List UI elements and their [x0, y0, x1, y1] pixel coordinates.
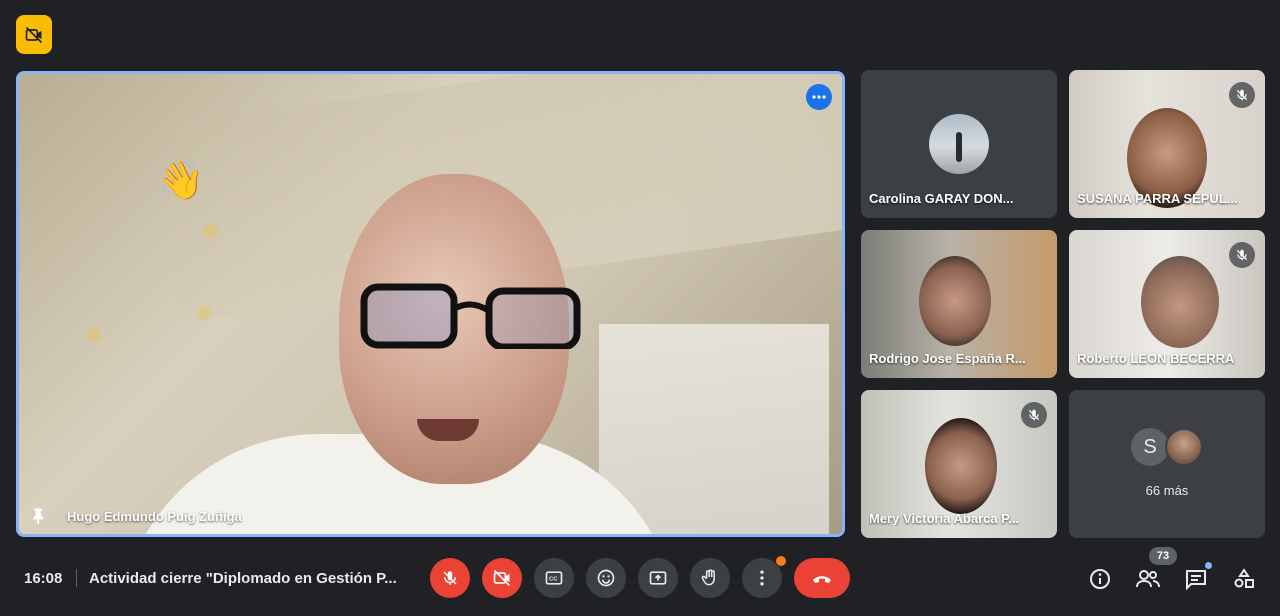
- mic-off-icon: [1236, 249, 1248, 261]
- background-window: [599, 324, 829, 534]
- more-participants-tile[interactable]: S 66 más: [1069, 390, 1265, 538]
- participant-tile-rodrigo[interactable]: Rodrigo Jose España R...: [861, 230, 1057, 378]
- notification-dot: [776, 556, 786, 566]
- camera-off-badge[interactable]: [16, 15, 52, 54]
- participant-tile-roberto[interactable]: Roberto LEON BECERRA: [1069, 230, 1265, 378]
- participant-name: Rodrigo Jose España R...: [869, 351, 1026, 366]
- participant-face: [1141, 256, 1219, 348]
- show-everyone-button[interactable]: [1135, 566, 1161, 592]
- send-reaction-button[interactable]: [586, 558, 626, 598]
- mic-off-indicator: [1229, 82, 1255, 108]
- participant-name: Carolina GARAY DON...: [869, 191, 1014, 206]
- participant-face: [919, 256, 991, 346]
- mic-off-icon: [443, 571, 457, 585]
- info-icon: [1090, 569, 1110, 589]
- meeting-clock: 16:08: [24, 570, 63, 587]
- wave-reaction-emoji: 👋: [157, 160, 205, 202]
- participants-count-badge: 73: [1149, 547, 1177, 565]
- speaker-name: Hugo Edmundo Puig Zuñiga: [67, 509, 242, 524]
- divider: [76, 569, 77, 587]
- leave-call-button[interactable]: [794, 558, 850, 598]
- activities-icon: [1234, 568, 1254, 588]
- toggle-mic-button[interactable]: [430, 558, 470, 598]
- avatar: [1165, 428, 1203, 466]
- avatar: [929, 114, 989, 174]
- pin-icon[interactable]: [29, 506, 49, 526]
- mic-off-icon: [1236, 89, 1248, 101]
- activities-button[interactable]: [1231, 566, 1257, 592]
- emoji-icon: [597, 569, 615, 587]
- more-participants-label: 66 más: [1145, 483, 1189, 498]
- toggle-camera-button[interactable]: [482, 558, 522, 598]
- bottom-control-bar: 16:08 Actividad cierre "Diplomado en Ges…: [0, 548, 1280, 616]
- mic-off-icon: [1028, 409, 1040, 421]
- participant-tile-mery[interactable]: Mery Victoria Abarca P...: [861, 390, 1057, 538]
- camera-off-icon: [25, 26, 43, 43]
- participant-name: Roberto LEON BECERRA: [1077, 351, 1235, 366]
- captions-button[interactable]: CC: [534, 558, 574, 598]
- avatar: S: [1131, 428, 1169, 466]
- participant-name: SUSANA PARRA SEPUL...: [1077, 191, 1238, 206]
- more-horizontal-icon: [812, 95, 826, 99]
- participant-face: [925, 418, 997, 514]
- reaction-sparkle: [204, 224, 218, 238]
- tile-more-options-button[interactable]: [806, 84, 832, 110]
- people-icon: [1136, 570, 1160, 588]
- participant-tile-susana[interactable]: SUSANA PARRA SEPUL...: [1069, 70, 1265, 218]
- camera-off-icon: [493, 569, 511, 587]
- notification-dot: [1205, 562, 1212, 569]
- mic-off-indicator: [1021, 402, 1047, 428]
- present-icon: [649, 571, 667, 585]
- participant-name: Mery Victoria Abarca P...: [869, 511, 1020, 526]
- raise-hand-button[interactable]: [690, 558, 730, 598]
- meeting-title: Actividad cierre "Diplomado en Gestión P…: [89, 570, 397, 587]
- chat-icon: [1186, 570, 1206, 591]
- svg-text:CC: CC: [549, 577, 558, 583]
- more-options-button[interactable]: [742, 556, 786, 598]
- more-options-icon: [760, 570, 764, 586]
- meeting-details-button[interactable]: [1087, 566, 1113, 592]
- raise-hand-icon: [701, 569, 715, 586]
- present-now-button[interactable]: [638, 558, 678, 598]
- chat-button[interactable]: [1183, 562, 1212, 592]
- reaction-sparkle: [197, 306, 211, 320]
- hang-up-icon: [813, 576, 831, 583]
- main-speaker-tile[interactable]: 👋 Hugo Edmundo Puig Zuñiga: [16, 71, 845, 537]
- captions-icon: CC: [545, 571, 563, 585]
- participant-tile-carolina[interactable]: Carolina GARAY DON...: [861, 70, 1057, 218]
- speaker-glasses: [360, 283, 581, 349]
- reaction-sparkle: [87, 328, 101, 342]
- mic-off-indicator: [1229, 242, 1255, 268]
